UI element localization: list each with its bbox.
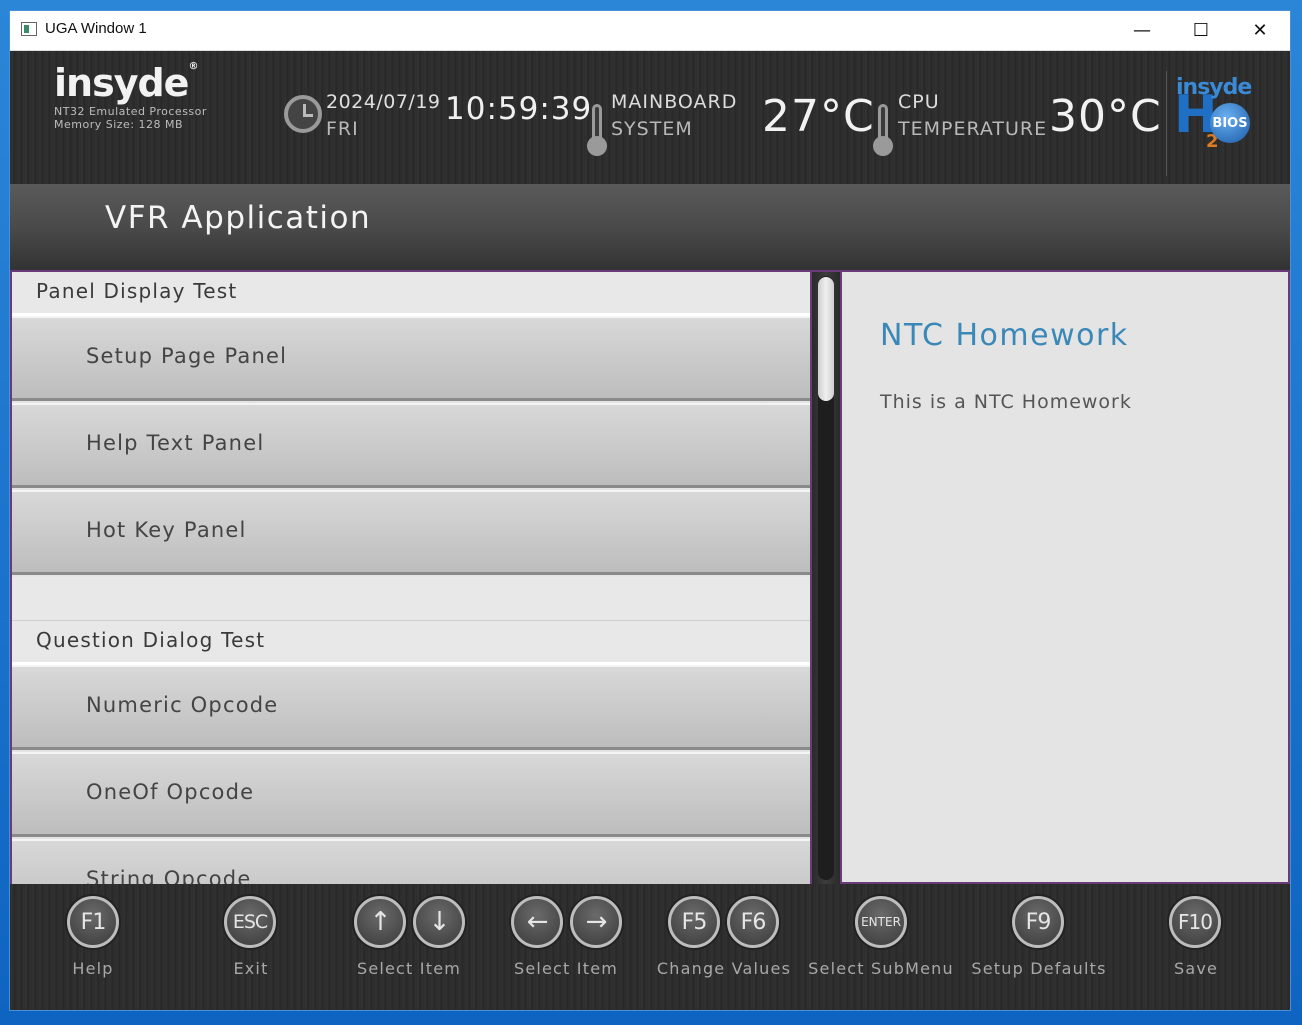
mainboard-label: MAINBOARD [611, 91, 738, 113]
setup-defaults-label: Setup Defaults [971, 959, 1107, 978]
processor-name: NT32 Emulated Processor [54, 105, 207, 118]
page-title-band: VFR Application [10, 184, 1290, 270]
f1-key-icon[interactable]: F1 [67, 896, 119, 948]
window-title: UGA Window 1 [45, 20, 147, 37]
close-button[interactable]: ✕ [1231, 11, 1289, 50]
scroll-thumb[interactable] [818, 277, 834, 401]
arrow-up-icon[interactable]: ↑ [354, 896, 406, 948]
menu-item-setup-page-panel[interactable]: Setup Page Panel [12, 316, 810, 401]
change-values-label: Change Values [656, 959, 792, 978]
content-area: Panel Display Test Setup Page Panel Help… [10, 270, 1290, 884]
section-header: Panel Display Test [12, 272, 810, 316]
system-label: SYSTEM [611, 118, 693, 140]
maximize-button[interactable]: ☐ [1172, 11, 1230, 50]
app-icon [21, 22, 37, 36]
help-title: NTC Homework [880, 318, 1129, 353]
time-text: 10:59:39 [445, 91, 593, 127]
spacer-row [12, 577, 810, 621]
arrow-left-icon[interactable]: ← [511, 896, 563, 948]
f10-key-icon[interactable]: F10 [1169, 896, 1221, 948]
hotkey-bar: F1 Help ESC Exit ↑ ↓ Select Item ← → Sel… [10, 884, 1290, 1010]
help-key-label: Help [72, 959, 114, 978]
select-submenu-label: Select SubMenu [808, 959, 954, 978]
mainboard-temperature: 27°C [762, 91, 875, 142]
select-item-vertical-label: Select Item [356, 959, 462, 978]
help-panel: NTC Homework This is a NTC Homework [842, 272, 1288, 882]
save-key-label: Save [1173, 959, 1219, 978]
select-item-horizontal-label: Select Item [513, 959, 619, 978]
arrow-right-icon[interactable]: → [570, 896, 622, 948]
cpu-temperature: 30°C [1049, 91, 1162, 142]
processor-info: NT32 Emulated Processor Memory Size: 128… [54, 105, 207, 131]
bios-header: insyde® NT32 Emulated Processor Memory S… [10, 51, 1290, 184]
temperature-label: TEMPERATURE [898, 118, 1048, 140]
menu-item-hot-key-panel[interactable]: Hot Key Panel [12, 490, 810, 575]
minimize-button[interactable]: — [1113, 11, 1171, 50]
menu-scrollbar[interactable] [812, 272, 840, 884]
enter-key-icon[interactable]: ENTER [855, 896, 907, 948]
insyde-logo: insyde® [54, 61, 198, 105]
help-text: This is a NTC Homework [880, 391, 1132, 413]
f6-key-icon[interactable]: F6 [727, 896, 779, 948]
window-titlebar[interactable]: UGA Window 1 — ☐ ✕ [10, 11, 1290, 51]
menu-item-string-opcode[interactable]: String Opcode [12, 839, 810, 884]
page-title: VFR Application [105, 200, 372, 236]
uga-window: UGA Window 1 — ☐ ✕ insyde® NT32 Emulated… [10, 11, 1290, 1010]
f9-key-icon[interactable]: F9 [1012, 896, 1064, 948]
cpu-label: CPU [898, 91, 940, 113]
arrow-down-icon[interactable]: ↓ [413, 896, 465, 948]
clock-icon [284, 95, 322, 133]
f5-key-icon[interactable]: F5 [668, 896, 720, 948]
menu-item-oneof-opcode[interactable]: OneOf Opcode [12, 752, 810, 837]
thermometer-icon [587, 104, 607, 156]
exit-key-label: Exit [233, 959, 269, 978]
memory-size: Memory Size: 128 MB [54, 118, 184, 131]
esc-key-icon[interactable]: ESC [224, 896, 276, 948]
menu-panel: Panel Display Test Setup Page Panel Help… [12, 272, 810, 884]
insyde-h2o-logo: H insyde 2 BIOS [1166, 71, 1280, 176]
menu-item-numeric-opcode[interactable]: Numeric Opcode [12, 665, 810, 750]
menu-item-help-text-panel[interactable]: Help Text Panel [12, 403, 810, 488]
date-text: 2024/07/19 [326, 91, 441, 113]
section-header: Question Dialog Test [12, 621, 810, 665]
day-text: FRI [326, 118, 359, 140]
thermometer-icon [873, 104, 893, 156]
